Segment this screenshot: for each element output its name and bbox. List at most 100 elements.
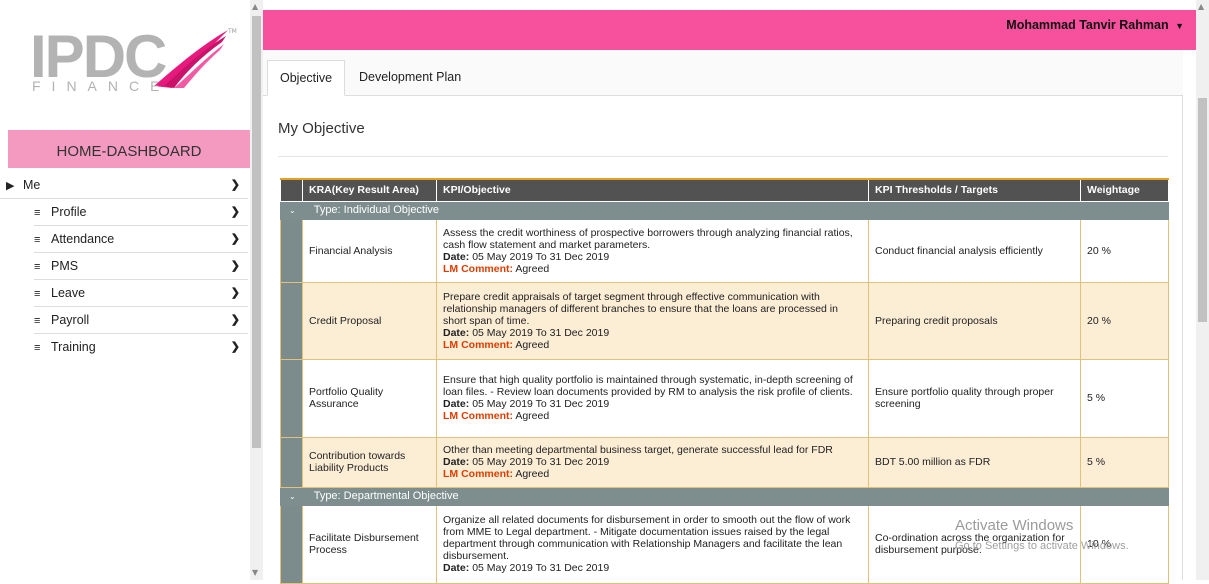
weight-cell: 20 % bbox=[1080, 218, 1169, 283]
sidebar-item-profile[interactable]: ≡ Profile ❯ bbox=[34, 199, 248, 226]
divider bbox=[278, 156, 1168, 157]
logo-subtext: FINANCE bbox=[32, 78, 171, 94]
row-handle bbox=[280, 218, 303, 283]
list-icon: ≡ bbox=[34, 207, 41, 219]
scroll-down-icon[interactable]: ▼ bbox=[252, 568, 258, 577]
chevron-down-icon: ❯ bbox=[230, 287, 240, 299]
top-bar: Mohammad Tanvir Rahman ▼ bbox=[263, 10, 1196, 50]
kra-cell: Financial Analysis bbox=[302, 218, 437, 283]
table-row[interactable]: Portfolio Quality Assurance Ensure that … bbox=[280, 358, 1169, 438]
date-label: Date: bbox=[443, 250, 470, 263]
list-icon: ≡ bbox=[34, 315, 41, 327]
objective-cell: Ensure that high quality portfolio is ma… bbox=[436, 358, 869, 438]
caret-right-icon: ▶ bbox=[6, 180, 15, 192]
row-handle bbox=[280, 436, 303, 488]
lm-comment-value: Agreed bbox=[515, 338, 550, 351]
date-value: 05 May 2019 To 31 Dec 2019 bbox=[472, 398, 610, 410]
group-row[interactable]: ⌄ Type: Individual Objective bbox=[280, 200, 1169, 220]
sidebar-item-attendance[interactable]: ≡ Attendance ❯ bbox=[34, 226, 248, 253]
sidebar-item-label: Leave bbox=[51, 286, 86, 300]
row-handle bbox=[280, 281, 303, 360]
date-value: 05 May 2019 To 31 Dec 2019 bbox=[472, 562, 610, 574]
date-label: Date: bbox=[443, 326, 470, 339]
list-icon: ≡ bbox=[34, 234, 41, 246]
table-header-toggle bbox=[280, 178, 303, 202]
tab-development-plan[interactable]: Development Plan bbox=[347, 60, 473, 96]
row-handle bbox=[280, 504, 303, 584]
page-title: My Objective bbox=[278, 120, 365, 137]
page-scrollbar[interactable]: ▲ bbox=[1196, 0, 1209, 580]
kra-cell: Contribution towards Liability Products bbox=[302, 436, 437, 488]
chevron-down-icon: ❯ bbox=[230, 233, 240, 245]
scroll-up-icon[interactable]: ▲ bbox=[252, 2, 258, 11]
chevron-down-icon: ❯ bbox=[230, 206, 240, 218]
sidebar-item-label: Attendance bbox=[51, 232, 115, 246]
sidebar-item-leave[interactable]: ≡ Leave ❯ bbox=[34, 280, 248, 307]
objective-cell: Assess the credit worthiness of prospect… bbox=[436, 218, 869, 283]
lm-comment-label: LM Comment: bbox=[443, 468, 513, 480]
chevron-down-icon: ❯ bbox=[230, 314, 240, 326]
group-cell[interactable]: ⌄ Type: Individual Objective bbox=[280, 200, 1169, 220]
sidebar-item-label: Me bbox=[23, 178, 41, 192]
objective-text: Ensure that high quality portfolio is ma… bbox=[443, 374, 853, 398]
collapse-icon[interactable]: ⌄ bbox=[289, 492, 296, 501]
activation-watermark-subtitle: Go to Settings to activate Windows. bbox=[955, 540, 1129, 552]
objective-text: Prepare credit appraisals of target segm… bbox=[443, 290, 838, 327]
lm-comment-label: LM Comment: bbox=[443, 262, 513, 275]
group-cell[interactable]: ⌄ Type: Departmental Objective bbox=[280, 486, 1169, 506]
user-name: Mohammad Tanvir Rahman bbox=[1006, 18, 1169, 32]
scrollbar-thumb[interactable] bbox=[252, 16, 261, 448]
lm-comment-value: Agreed bbox=[515, 468, 550, 480]
objective-cell: Prepare credit appraisals of target segm… bbox=[436, 281, 869, 360]
target-cell: BDT 5.00 million as FDR bbox=[868, 436, 1081, 488]
table-row[interactable]: Financial Analysis Assess the credit wor… bbox=[280, 218, 1169, 283]
main-panel: Objective Development Plan My Objective … bbox=[263, 50, 1183, 584]
caret-down-icon: ▼ bbox=[1175, 21, 1184, 31]
objective-text: Assess the credit worthiness of prospect… bbox=[443, 226, 853, 251]
objective-cell: Organize all related documents for disbu… bbox=[436, 504, 869, 584]
list-icon: ≡ bbox=[34, 261, 41, 273]
table-row[interactable]: Contribution towards Liability Products … bbox=[280, 436, 1169, 488]
sidebar-item-label: PMS bbox=[51, 259, 79, 273]
tab-objective[interactable]: Objective bbox=[267, 60, 346, 96]
sidebar-scrollbar[interactable]: ▲ ▼ bbox=[250, 0, 263, 580]
table-row[interactable]: Credit Proposal Prepare credit appraisal… bbox=[280, 281, 1169, 360]
lm-comment-label: LM Comment: bbox=[443, 338, 513, 351]
user-menu[interactable]: Mohammad Tanvir Rahman ▼ bbox=[1006, 18, 1184, 32]
target-cell: Preparing credit proposals bbox=[868, 281, 1081, 360]
objective-text: Other than meeting departmental business… bbox=[443, 444, 833, 456]
sidebar-item-pms[interactable]: ≡ PMS ❯ bbox=[34, 253, 248, 280]
list-icon: ≡ bbox=[34, 342, 41, 354]
collapse-icon[interactable]: ⌄ bbox=[289, 206, 296, 215]
table-header[interactable]: KPI Thresholds / Targets bbox=[868, 178, 1081, 202]
scroll-up-icon[interactable]: ▲ bbox=[1198, 2, 1204, 11]
lm-comment-label: LM Comment: bbox=[443, 410, 513, 422]
table-header[interactable]: KRA(Key Result Area) bbox=[302, 178, 437, 202]
sidebar-item-label: Profile bbox=[51, 205, 87, 219]
sidebar-item-training[interactable]: ≡ Training ❯ bbox=[34, 334, 248, 361]
logo-trademark: TM bbox=[228, 28, 237, 35]
date-label: Date: bbox=[443, 398, 470, 410]
lm-comment-value: Agreed bbox=[515, 262, 550, 275]
table-header[interactable]: Weightage bbox=[1080, 178, 1169, 202]
date-label: Date: bbox=[443, 456, 470, 468]
home-dashboard-link[interactable]: HOME-DASHBOARD bbox=[8, 130, 250, 168]
scrollbar-thumb[interactable] bbox=[1198, 98, 1207, 322]
group-row[interactable]: ⌄ Type: Departmental Objective bbox=[280, 486, 1169, 506]
objective-cell: Other than meeting departmental business… bbox=[436, 436, 869, 488]
kra-cell: Portfolio Quality Assurance bbox=[302, 358, 437, 438]
tab-bar: Objective Development Plan bbox=[263, 50, 1183, 96]
sidebar-item-me[interactable]: ▶ Me ❯ bbox=[0, 172, 248, 199]
date-value: 05 May 2019 To 31 Dec 2019 bbox=[472, 326, 610, 339]
ipdc-logo[interactable]: IPDC TM FINANCE bbox=[30, 22, 240, 100]
sidebar-item-label: Training bbox=[51, 340, 96, 354]
date-value: 05 May 2019 To 31 Dec 2019 bbox=[472, 456, 610, 468]
chevron-down-icon: ❯ bbox=[230, 341, 240, 353]
table-header[interactable]: KPI/Objective bbox=[436, 178, 869, 202]
date-label: Date: bbox=[443, 562, 470, 574]
sidebar-item-payroll[interactable]: ≡ Payroll ❯ bbox=[34, 307, 248, 334]
chevron-down-icon: ❯ bbox=[230, 179, 240, 191]
row-handle bbox=[280, 358, 303, 438]
group-label: Type: Individual Objective bbox=[313, 203, 440, 216]
weight-cell: 5 % bbox=[1080, 358, 1169, 438]
